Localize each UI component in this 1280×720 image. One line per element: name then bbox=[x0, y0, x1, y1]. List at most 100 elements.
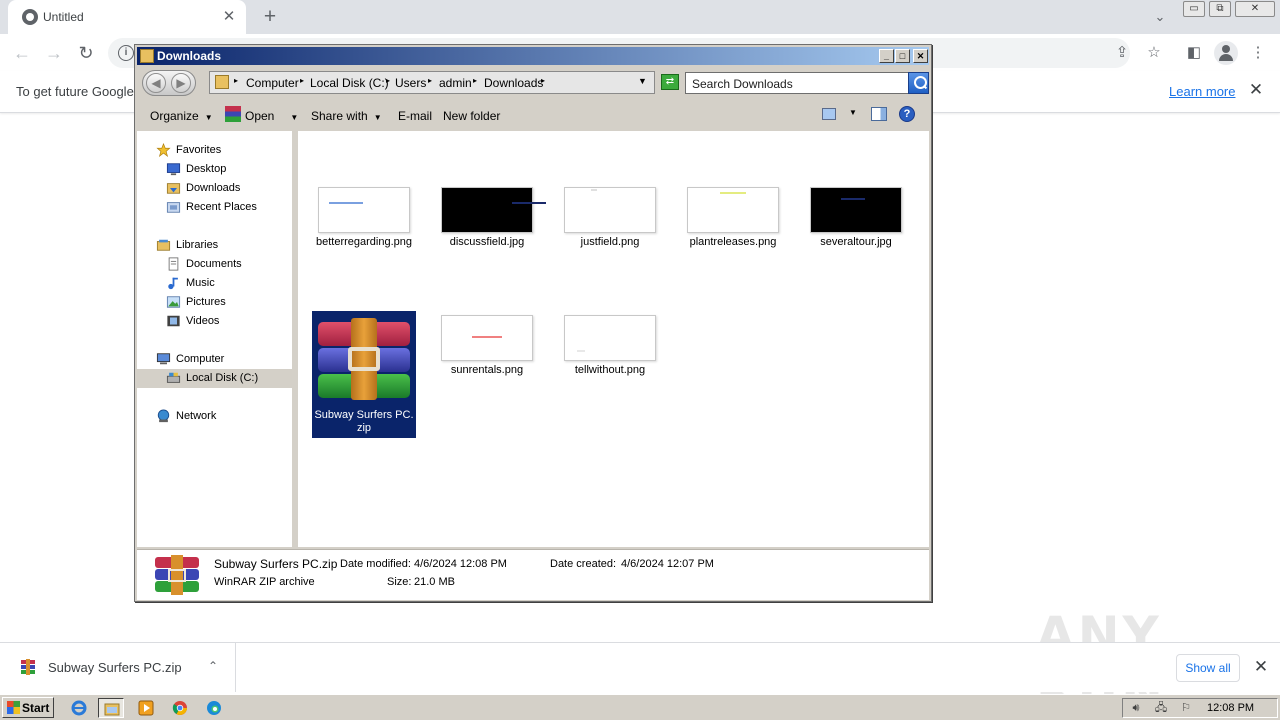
taskbar-explorer[interactable] bbox=[98, 698, 124, 718]
infobar-close-icon[interactable]: ✕ bbox=[1247, 81, 1265, 99]
explorer-address-bar[interactable]: ▸ Computer ▸ Local Disk (C:) ▸ Users ▸ a… bbox=[209, 71, 655, 94]
open-label: Open bbox=[245, 109, 275, 123]
help-icon[interactable]: ? bbox=[899, 106, 915, 122]
file-name: justfield.png bbox=[580, 236, 640, 248]
view-dropdown-icon[interactable]: ▼ bbox=[849, 108, 857, 117]
chevron-right-icon[interactable]: ▸ bbox=[428, 76, 432, 85]
start-button[interactable]: Start bbox=[2, 697, 54, 718]
explorer-maximize-button[interactable]: □ bbox=[895, 49, 910, 63]
window-title: Downloads bbox=[157, 49, 222, 63]
preview-pane-icon[interactable] bbox=[871, 107, 887, 121]
taskbar-edge[interactable] bbox=[201, 698, 227, 718]
file-name: sunrentals.png bbox=[450, 364, 524, 376]
breadcrumb-local-disk[interactable]: Local Disk (C:) bbox=[310, 76, 389, 90]
minimize-button[interactable]: ▭ bbox=[1183, 1, 1205, 17]
file-severaltour[interactable]: severaltour.jpg bbox=[804, 187, 908, 279]
history-dropdown-icon[interactable]: ▼ bbox=[638, 76, 647, 86]
kebab-menu-icon[interactable]: ⋮ bbox=[1247, 42, 1269, 64]
nav-music[interactable]: Music bbox=[137, 274, 293, 293]
nav-favorites[interactable]: Favorites bbox=[137, 141, 293, 160]
explorer-back-button[interactable]: ◀ bbox=[146, 73, 166, 93]
file-betterregarding[interactable]: betterregarding.png bbox=[312, 187, 416, 279]
chevron-up-icon[interactable]: ⌃ bbox=[204, 657, 222, 675]
file-discussfield[interactable]: discussfield.jpg bbox=[435, 187, 546, 279]
file-name: severaltour.jpg bbox=[820, 236, 892, 248]
file-justfield[interactable]: justfield.png bbox=[558, 187, 662, 279]
breadcrumb-admin[interactable]: admin bbox=[439, 76, 472, 90]
file-tellwithout[interactable]: tellwithout.png bbox=[558, 315, 662, 407]
breadcrumb-users[interactable]: Users bbox=[395, 76, 426, 90]
nav-videos[interactable]: Videos bbox=[137, 312, 293, 331]
chevron-right-icon[interactable]: ▸ bbox=[541, 76, 545, 85]
forward-button[interactable]: → bbox=[42, 41, 66, 65]
chevron-right-icon[interactable]: ▸ bbox=[386, 76, 390, 85]
breadcrumb-computer[interactable]: Computer bbox=[246, 76, 299, 90]
clock[interactable]: 12:08 PM bbox=[1207, 702, 1254, 714]
share-icon[interactable]: ⇪ bbox=[1111, 42, 1133, 64]
chrome-icon bbox=[172, 701, 187, 715]
chevron-right-icon[interactable]: ▸ bbox=[234, 76, 238, 85]
file-subway-surfers-zip[interactable]: Subway Surfers PC.zip bbox=[312, 311, 416, 438]
learn-more-link[interactable]: Learn more bbox=[1169, 84, 1235, 99]
restore-button[interactable]: ⧉ bbox=[1209, 1, 1231, 17]
open-button[interactable]: Open ▼ bbox=[245, 109, 298, 123]
explorer-close-button[interactable]: ✕ bbox=[913, 49, 928, 63]
nav-computer[interactable]: Computer bbox=[137, 350, 293, 369]
nav-network[interactable]: Network bbox=[137, 407, 293, 426]
winrar-archive-icon bbox=[318, 318, 410, 400]
image-thumbnail bbox=[441, 315, 533, 361]
recent-places-icon bbox=[166, 202, 181, 213]
taskbar-media-player[interactable] bbox=[133, 698, 159, 718]
chevron-right-icon[interactable]: ▸ bbox=[473, 76, 477, 85]
explorer-title-bar[interactable]: Downloads _ □ ✕ bbox=[137, 47, 929, 65]
tab-search-chevron-icon[interactable]: ⌄ bbox=[1150, 7, 1170, 27]
change-view-icon[interactable] bbox=[822, 108, 836, 120]
nav-pictures[interactable]: Pictures bbox=[137, 293, 293, 312]
volume-icon[interactable]: 🔊︎ bbox=[1128, 701, 1144, 715]
breadcrumb-downloads[interactable]: Downloads bbox=[484, 76, 543, 90]
flag-icon[interactable]: ⚐ bbox=[1178, 701, 1194, 715]
refresh-icon[interactable]: ⇄ bbox=[661, 74, 679, 90]
nav-desktop[interactable]: Desktop bbox=[137, 160, 293, 179]
download-item[interactable]: Subway Surfers PC.zip ⌃ bbox=[0, 643, 236, 692]
file-sunrentals[interactable]: sunrentals.png bbox=[435, 315, 539, 407]
close-window-button[interactable]: ✕ bbox=[1235, 1, 1275, 17]
nav-recent-places[interactable]: Recent Places bbox=[137, 198, 293, 217]
start-label: Start bbox=[22, 701, 50, 715]
nav-downloads[interactable]: Downloads bbox=[137, 179, 293, 198]
side-panel-icon[interactable]: ◧ bbox=[1183, 42, 1205, 64]
close-tab-icon[interactable]: ✕ bbox=[220, 8, 238, 26]
email-button[interactable]: E-mail bbox=[398, 109, 432, 123]
close-shelf-icon[interactable]: ✕ bbox=[1252, 658, 1270, 676]
nav-documents[interactable]: Documents bbox=[137, 255, 293, 274]
computer-icon bbox=[156, 353, 171, 365]
new-folder-button[interactable]: New folder bbox=[443, 109, 500, 123]
info-icon[interactable]: i bbox=[118, 45, 134, 61]
show-all-button[interactable]: Show all bbox=[1176, 654, 1240, 682]
chevron-right-icon[interactable]: ▸ bbox=[300, 76, 304, 85]
nav-local-disk[interactable]: Local Disk (C:) bbox=[137, 369, 293, 388]
file-plantreleases[interactable]: plantreleases.png bbox=[681, 187, 785, 279]
download-file-name: Subway Surfers PC.zip bbox=[48, 660, 182, 675]
taskbar-internet-explorer[interactable] bbox=[66, 698, 92, 718]
image-thumbnail bbox=[564, 187, 656, 233]
search-icon[interactable] bbox=[908, 72, 929, 94]
dropdown-icon[interactable]: ▼ bbox=[290, 113, 298, 122]
explorer-minimize-button[interactable]: _ bbox=[879, 49, 894, 63]
nav-libraries[interactable]: Libraries bbox=[137, 236, 293, 255]
tab-untitled[interactable]: Untitled ✕ bbox=[8, 0, 246, 34]
desktop-icon bbox=[166, 163, 181, 176]
new-tab-button[interactable]: + bbox=[258, 5, 282, 29]
bookmark-star-icon[interactable]: ☆ bbox=[1143, 42, 1165, 64]
size-label: Size: bbox=[387, 576, 412, 588]
taskbar-chrome[interactable] bbox=[167, 698, 193, 718]
reload-button[interactable]: ↻ bbox=[74, 41, 98, 65]
profile-icon[interactable] bbox=[1214, 41, 1238, 65]
share-with-menu[interactable]: Share with ▼ bbox=[311, 109, 382, 123]
network-tray-icon[interactable]: 🖧 bbox=[1153, 701, 1169, 715]
search-downloads-input[interactable]: Search Downloads bbox=[685, 72, 909, 94]
pictures-icon bbox=[166, 296, 181, 308]
organize-menu[interactable]: Organize ▼ bbox=[150, 109, 213, 123]
explorer-forward-button[interactable]: ▶ bbox=[171, 73, 191, 93]
back-button[interactable]: ← bbox=[10, 41, 34, 65]
